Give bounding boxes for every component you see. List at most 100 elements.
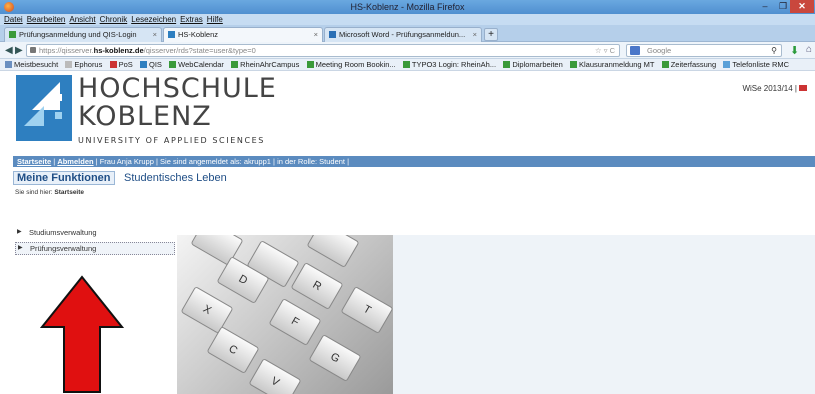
bookmark-label: Zeiterfassung [670, 60, 717, 69]
tab-close-icon[interactable]: × [314, 28, 318, 42]
bookmark-pos[interactable]: PoS [109, 59, 133, 70]
triangle-right-icon: ▶ [18, 245, 23, 251]
bookmark-icon [306, 61, 314, 68]
key-icon: R [290, 262, 344, 310]
tab-label: HS-Koblenz [178, 30, 219, 39]
bookmark-icon [169, 61, 177, 68]
bookmark-icon [723, 61, 731, 68]
tab-pruefungsanmeldung[interactable]: Prüfungsanmeldung und QIS-Login × [4, 27, 162, 42]
user-name: Frau Anja Krupp [99, 157, 154, 166]
breadcrumb: Sie sind hier: Startseite [15, 189, 84, 196]
navigation-bar: ◀ ▶ https://qisserver.hs-koblenz.de/qiss… [0, 42, 815, 59]
google-icon [630, 46, 640, 55]
window-titlebar: HS-Koblenz - Mozilla Firefox – ❐ ✕ [0, 0, 815, 14]
close-window-button[interactable]: ✕ [790, 0, 814, 13]
bookmark-icon [503, 61, 511, 68]
menu-datei[interactable]: Datei [4, 14, 23, 25]
key-icon: G [308, 334, 362, 382]
logo-shape [55, 94, 62, 101]
page-content: HOCHSCHULE KOBLENZ UNIVERSITY OF APPLIED… [0, 72, 815, 394]
menu-hilfe[interactable]: Hilfe [207, 14, 223, 25]
bookmarks-toolbar: Meistbesucht Ephorus PoS QIS WebCalendar… [0, 59, 815, 71]
bookmark-icon [231, 61, 239, 68]
bookmark-klausuranmeldung[interactable]: Klausuranmeldung MT [570, 59, 655, 70]
new-tab-button[interactable]: + [484, 28, 498, 41]
user-bar: Startseite | Abmelden | Frau Anja Krupp … [13, 156, 815, 167]
bookmark-diplomarbeiten[interactable]: Diplomarbeiten [503, 59, 563, 70]
search-icon[interactable]: ⚲ [771, 45, 777, 56]
bookmark-icon [5, 61, 12, 68]
bookmark-label: TYPO3 Login: RheinAh... [411, 60, 497, 69]
tab-meine-funktionen[interactable]: Meine Funktionen [13, 171, 115, 185]
bookmark-label: Telefonliste RMC [732, 60, 790, 69]
bookmark-webcalendar[interactable]: WebCalendar [169, 59, 224, 70]
tab-studentisches-leben[interactable]: Studentisches Leben [124, 172, 227, 184]
key-icon: X [180, 286, 234, 334]
url-host: hs-koblenz.de [93, 46, 144, 55]
bookmark-qis[interactable]: QIS [140, 59, 162, 70]
bookmark-typo3[interactable]: TYPO3 Login: RheinAh... [402, 59, 497, 70]
bookmark-zeiterfassung[interactable]: Zeiterfassung [661, 59, 717, 70]
sidebar-item-label: Studiumsverwaltung [29, 228, 97, 237]
bookmark-telefonliste[interactable]: Telefonliste RMC [723, 59, 790, 70]
bookmark-label: QIS [149, 60, 162, 69]
forward-icon[interactable]: ▶ [15, 45, 23, 56]
bookmark-label: Ephorus [74, 60, 103, 69]
flag-icon[interactable] [799, 85, 807, 91]
abmelden-link[interactable]: Abmelden [57, 157, 93, 166]
menu-bar: Datei Bearbeiten Ansicht Chronik Lesezei… [0, 14, 815, 25]
startseite-link[interactable]: Startseite [17, 157, 51, 166]
menu-ansicht[interactable]: Ansicht [69, 14, 95, 25]
menu-bearbeiten[interactable]: Bearbeiten [27, 14, 66, 25]
bookmark-icon [65, 61, 73, 68]
download-icon[interactable]: ⬇ [790, 44, 799, 57]
brand-line-2: KOBLENZ [78, 101, 212, 132]
bookmark-meistbesucht[interactable]: Meistbesucht [5, 59, 59, 70]
bookmark-label: RheinAhrCampus [240, 60, 300, 69]
key-icon: V [248, 358, 302, 394]
bookmark-label: PoS [118, 60, 133, 69]
sidebar-item-pruefungsverwaltung[interactable]: ▶ Prüfungsverwaltung [15, 242, 175, 255]
tab-hs-koblenz[interactable]: HS-Koblenz × [163, 27, 323, 42]
tab-close-icon[interactable]: × [153, 28, 157, 42]
search-placeholder: Google [647, 46, 672, 55]
menu-chronik[interactable]: Chronik [100, 14, 128, 25]
triangle-right-icon: ▶ [17, 229, 22, 235]
breadcrumb-current[interactable]: Startseite [54, 189, 84, 196]
bookmark-icon [402, 61, 410, 68]
key-icon: F [268, 298, 322, 346]
sidebar-item-studiumsverwaltung[interactable]: ▶ Studiumsverwaltung [15, 227, 175, 238]
home-icon[interactable]: ⌂ [806, 44, 812, 55]
separator: | [345, 157, 350, 166]
bookmark-meeting-room[interactable]: Meeting Room Bookin... [306, 59, 396, 70]
semester-text: WiSe 2013/14 | [742, 84, 797, 93]
role-info: in der Rolle: Student [277, 157, 346, 166]
brand-line-1: HOCHSCHULE [78, 73, 277, 104]
bookmark-ephorus[interactable]: Ephorus [65, 59, 103, 70]
back-icon[interactable]: ◀ [5, 45, 13, 56]
key-icon [306, 235, 360, 268]
bookmark-rheinahrcampus[interactable]: RheinAhrCampus [231, 59, 300, 70]
search-input[interactable]: Google ⚲ [626, 44, 782, 57]
his-icon [168, 31, 175, 38]
bookmark-label: Klausuranmeldung MT [579, 60, 655, 69]
url-bar-icons[interactable]: ☆ ▿ C [595, 45, 615, 56]
tab-close-icon[interactable]: × [473, 28, 477, 42]
lock-icon [30, 47, 36, 53]
bookmark-icon [109, 61, 117, 68]
red-arrow-icon [40, 275, 124, 393]
menu-extras[interactable]: Extras [180, 14, 203, 25]
tab-bar: Prüfungsanmeldung und QIS-Login × HS-Kob… [0, 25, 815, 42]
url-input[interactable]: https://qisserver.hs-koblenz.de/qisserve… [26, 44, 620, 57]
bookmark-label: Diplomarbeiten [512, 60, 563, 69]
breadcrumb-prefix: Sie sind hier: [15, 189, 55, 196]
his-icon [140, 61, 148, 68]
bookmark-icon [661, 61, 669, 68]
tab-microsoft-word[interactable]: Microsoft Word - Prüfungsanmeldun... × [324, 27, 482, 42]
window-title: HS-Koblenz - Mozilla Firefox [350, 2, 465, 12]
login-info: Sie sind angemeldet als: akrupp1 [160, 157, 271, 166]
bookmark-label: Meistbesucht [14, 60, 59, 69]
key-icon: T [340, 286, 393, 334]
menu-lesezeichen[interactable]: Lesezeichen [131, 14, 176, 25]
bookmark-label: WebCalendar [178, 60, 224, 69]
